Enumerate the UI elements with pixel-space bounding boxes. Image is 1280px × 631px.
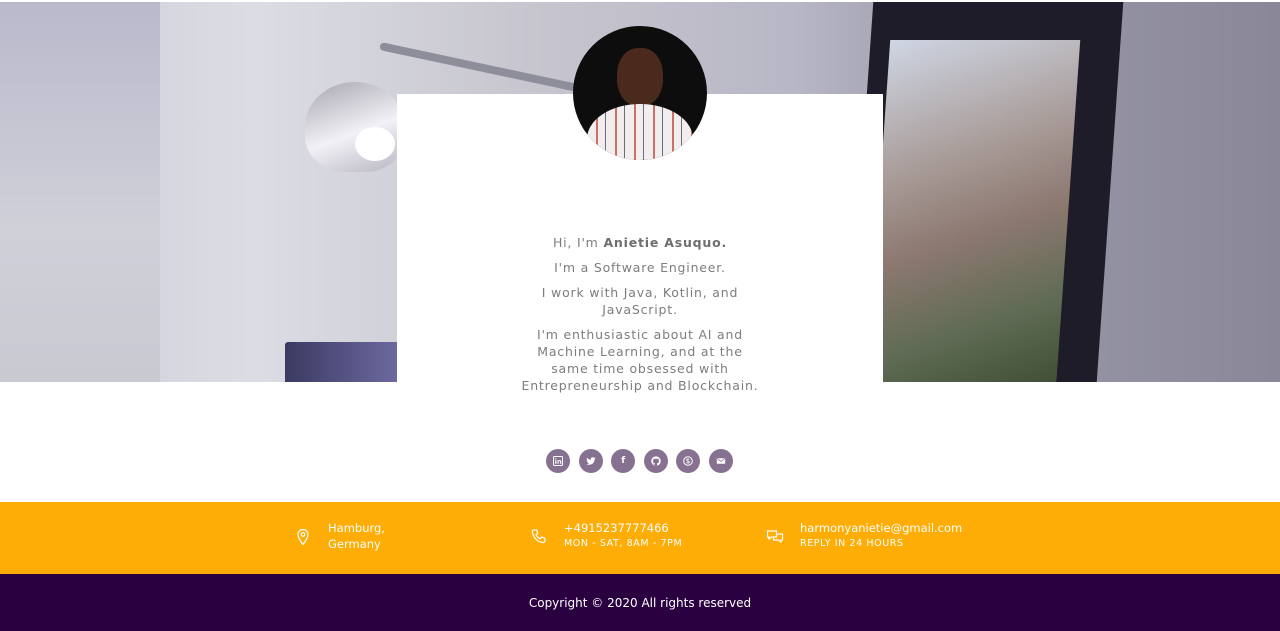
phone-hours: MON - SAT, 8AM - 7PM: [564, 538, 683, 549]
contact-phone: +4915237777466 MON - SAT, 8AM - 7PM: [530, 520, 682, 552]
email-address[interactable]: harmonyanietie@gmail.com: [800, 520, 962, 536]
twitter-icon: [585, 457, 596, 465]
intro-text: Hi, I'm Anietie Asuquo. I'm a Software E…: [397, 234, 883, 402]
role-text: I'm a Software Engineer.: [554, 260, 726, 275]
contact-bar: Hamburg, Germany +4915237777466 MON - SA…: [0, 502, 1280, 574]
phone-number[interactable]: +4915237777466: [564, 520, 682, 536]
footer: Copyright © 2020 All rights reserved: [0, 574, 1280, 631]
location-country: Germany: [328, 537, 381, 551]
greeting: Hi, I'm Anietie Asuquo.: [490, 234, 790, 251]
contact-email: harmonyanietie@gmail.com REPLY IN 24 HOU…: [766, 520, 962, 552]
phone-icon: [531, 529, 546, 544]
avatar: [573, 26, 707, 160]
contact-location: Hamburg, Germany: [294, 520, 385, 552]
copyright-text: Copyright © 2020 All rights reserved: [528, 595, 752, 610]
github-icon: [651, 456, 661, 466]
monitor-screen: [865, 40, 1081, 382]
lamp-bulb: [355, 127, 395, 161]
desk-lamp: [305, 82, 405, 172]
email-note: REPLY IN 24 HOURS: [800, 538, 904, 549]
interests-text: I'm enthusiastic about AI and Machine Le…: [521, 327, 759, 393]
wall-shade: [0, 2, 160, 382]
profile-name: Anietie Asuquo.: [603, 235, 728, 250]
map-pin-icon: [297, 528, 309, 546]
mail-icon: [716, 458, 726, 464]
chat-icon: [766, 530, 784, 544]
location-city: Hamburg,: [328, 521, 385, 535]
desk-lamp-arm: [379, 42, 597, 96]
laptop: [285, 342, 400, 382]
skype-icon: [683, 456, 694, 466]
languages-text: I work with Java, Kotlin, and JavaScript…: [541, 285, 739, 317]
twitter-link[interactable]: [578, 449, 603, 473]
linkedin-link[interactable]: [546, 449, 570, 473]
skype-link[interactable]: [676, 449, 701, 473]
avatar-face: [617, 48, 663, 106]
linkedin-icon: [553, 456, 563, 466]
greeting-prefix: Hi, I'm: [552, 235, 604, 250]
facebook-icon: f: [621, 456, 626, 466]
github-link[interactable]: [643, 449, 668, 473]
facebook-link[interactable]: f: [611, 449, 636, 473]
email-link[interactable]: [708, 449, 733, 473]
avatar-shirt: [587, 104, 693, 160]
social-links: f: [546, 449, 736, 473]
